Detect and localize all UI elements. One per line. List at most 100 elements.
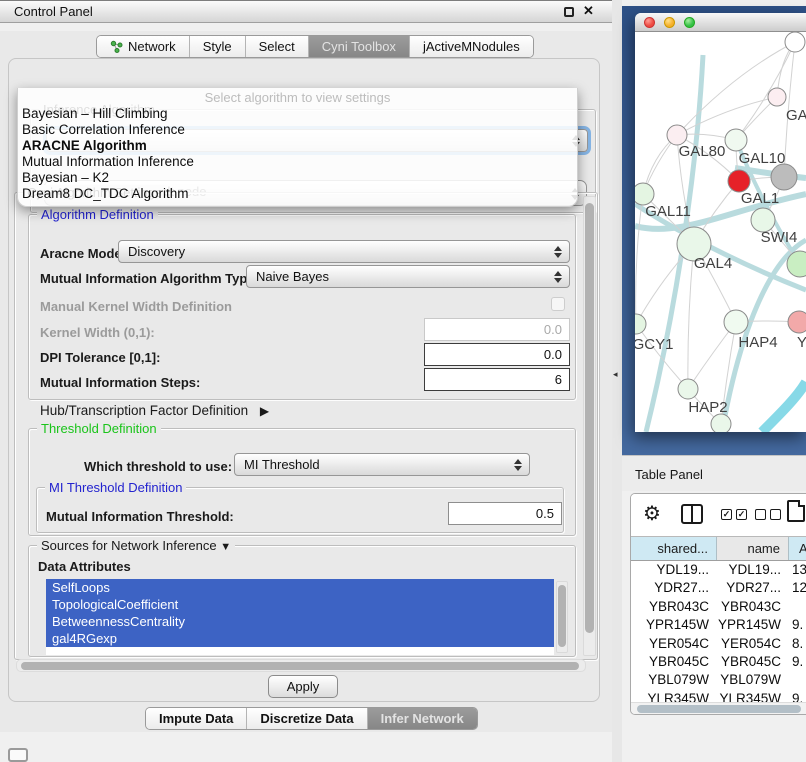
table-cell[interactable]: YER054C [631, 635, 717, 653]
table-cell[interactable] [789, 598, 806, 616]
dpi-tolerance-field[interactable]: 0.0 [424, 343, 570, 366]
table-horizontal-scrollbar[interactable] [631, 702, 806, 715]
bottom-tab-impute-data[interactable]: Impute Data [146, 708, 246, 729]
table-cell[interactable]: YDR27... [631, 579, 717, 597]
algorithm-option-aracne-algorithm[interactable]: ARACNE Algorithm [18, 138, 577, 154]
table-cell[interactable]: YPR145W [631, 616, 717, 634]
network-node-gal1[interactable] [728, 170, 750, 192]
mutual-information-threshold-field[interactable]: 0.5 [448, 502, 562, 525]
attributes-vertical-scrollbar[interactable] [556, 581, 568, 653]
node-label: GAL11 [645, 203, 691, 220]
algorithm-option-bayesian-hill-climbing[interactable]: Bayesian – Hill Climbing [18, 106, 577, 122]
gear-icon[interactable]: ⚙ [643, 501, 661, 526]
columns-icon[interactable] [681, 504, 703, 524]
tab-bar: Network Style SelectCyni Toolbox jActiveMNo… [96, 35, 534, 58]
column-header-a[interactable]: A [789, 537, 806, 560]
algorithm-option-basic-correlation-inference[interactable]: Basic Correlation Inference [18, 122, 577, 138]
network-node-gcy1[interactable] [635, 314, 646, 334]
tab-cyni-toolbox[interactable]: Cyni Toolbox [308, 36, 409, 57]
network-node-gal[interactable] [768, 88, 786, 106]
divider-collapse-icon[interactable]: ◂ [613, 369, 618, 380]
table-row[interactable]: YBR045CYBR045C9. [631, 653, 806, 671]
tab-jactivemnodules[interactable]: jActiveMNodules [409, 36, 533, 57]
network-node[interactable] [711, 414, 731, 432]
select-all-checkboxes-icon[interactable]: ✓✓ [721, 509, 747, 520]
mutual-information-threshold-label: Mutual Information Threshold: [46, 509, 234, 524]
table-cell[interactable]: YER054C [717, 635, 789, 653]
column-header-shared-[interactable]: shared... [631, 537, 717, 560]
bottom-tab-infer-network[interactable]: Infer Network [367, 708, 477, 729]
network-node-gal80[interactable] [667, 125, 687, 145]
tab-network[interactable]: Network [97, 36, 189, 57]
float-window-icon[interactable] [564, 7, 574, 17]
table-cell[interactable]: YBR043C [717, 598, 789, 616]
table-row[interactable]: YPR145WYPR145W9. [631, 616, 806, 634]
attribute-item-selfloops[interactable]: SelfLoops [46, 579, 554, 596]
table-cell[interactable]: 9. [789, 653, 806, 671]
settings-vertical-scrollbar[interactable] [583, 196, 596, 656]
zoom-traffic-light-icon[interactable] [684, 17, 695, 28]
bottom-tab-discretize-data[interactable]: Discretize Data [246, 708, 366, 729]
which-threshold-combo[interactable]: MI Threshold [234, 453, 530, 476]
aracne-mode-combo[interactable]: Discovery [118, 240, 570, 263]
attribute-item-topologicalcoefficient[interactable]: TopologicalCoefficient [46, 596, 554, 613]
panel-divider[interactable] [612, 0, 622, 762]
table-cell[interactable]: YDL19... [631, 561, 717, 579]
chevron-right-icon[interactable]: ▶ [260, 404, 269, 418]
minimize-traffic-light-icon[interactable] [664, 17, 675, 28]
export-table-icon[interactable] [787, 500, 805, 522]
network-window-titlebar[interactable] [635, 13, 806, 32]
attribute-item-betweennesscentrality[interactable]: BetweennessCentrality [46, 613, 554, 630]
tab-label: Style [203, 39, 232, 54]
tab-style[interactable]: Style [189, 36, 245, 57]
table-row[interactable]: YDR27...YDR27...12 [631, 579, 806, 597]
close-icon[interactable]: ✕ [583, 3, 594, 19]
network-node-hap4[interactable] [724, 310, 748, 334]
table-cell[interactable]: YPR145W [717, 616, 789, 634]
network-node[interactable] [771, 164, 797, 190]
mi-steps-field[interactable]: 6 [424, 368, 570, 391]
table-cell[interactable]: YBR045C [717, 653, 789, 671]
combo-arrows-icon [554, 270, 562, 284]
network-edge [636, 194, 643, 324]
attribute-item-gal4rgexp[interactable]: gal4RGexp [46, 630, 554, 647]
table-cell[interactable]: YDL19... [717, 561, 789, 579]
settings-horizontal-scrollbar[interactable] [16, 659, 586, 672]
table-cell[interactable]: 8. [789, 635, 806, 653]
network-node-gal11[interactable] [635, 183, 654, 205]
kernel-width-field[interactable]: 0.0 [424, 318, 570, 341]
manual-kernel-width-checkbox[interactable] [551, 297, 565, 311]
table-cell[interactable]: 13 [789, 561, 806, 579]
deselect-all-checkboxes-icon[interactable] [755, 509, 781, 520]
network-node-gal10[interactable] [725, 129, 747, 151]
network-canvas[interactable]: GALGAL80GAL10GAL1GAL11SWI4GAL4GCY1HAP4YH… [635, 32, 806, 432]
apply-button[interactable]: Apply [268, 675, 338, 698]
panel-corner-icon[interactable] [8, 748, 28, 762]
mi-algorithm-type-combo[interactable]: Naive Bayes [246, 265, 570, 288]
table-cell[interactable]: YBR045C [631, 653, 717, 671]
table-cell[interactable] [789, 671, 806, 689]
algorithm-option-mutual-information-inference[interactable]: Mutual Information Inference [18, 154, 577, 170]
hub-definition-label[interactable]: Hub/Transcription Factor Definition ▶ [40, 403, 269, 418]
tab-select[interactable]: Select [245, 36, 308, 57]
network-node-hap2[interactable] [678, 379, 698, 399]
table-row[interactable]: YER054CYER054C8. [631, 635, 806, 653]
network-node[interactable] [785, 32, 805, 52]
table-row[interactable]: YBL079WYBL079W [631, 671, 806, 689]
table-cell[interactable]: 9. [789, 616, 806, 634]
tab-label: jActiveMNodules [423, 39, 520, 54]
column-header-name[interactable]: name [717, 537, 789, 560]
network-node-y[interactable] [788, 311, 806, 333]
table-cell[interactable]: YBR043C [631, 598, 717, 616]
table-row[interactable]: YDL19...YDL19...13 [631, 561, 806, 579]
table-cell[interactable]: 12 [789, 579, 806, 597]
table-cell[interactable]: YBL079W [631, 671, 717, 689]
table-cell[interactable]: YBL079W [717, 671, 789, 689]
algorithm-option-dream8-dc-tdc-algorithm[interactable]: Dream8 DC_TDC Algorithm [18, 186, 577, 202]
aracne-mode-value: Discovery [128, 244, 185, 259]
algorithm-option-bayesian-k2[interactable]: Bayesian – K2 [18, 170, 577, 186]
close-traffic-light-icon[interactable] [644, 17, 655, 28]
chevron-down-icon[interactable]: ▼ [220, 541, 231, 553]
table-row[interactable]: YBR043CYBR043C [631, 598, 806, 616]
table-cell[interactable]: YDR27... [717, 579, 789, 597]
